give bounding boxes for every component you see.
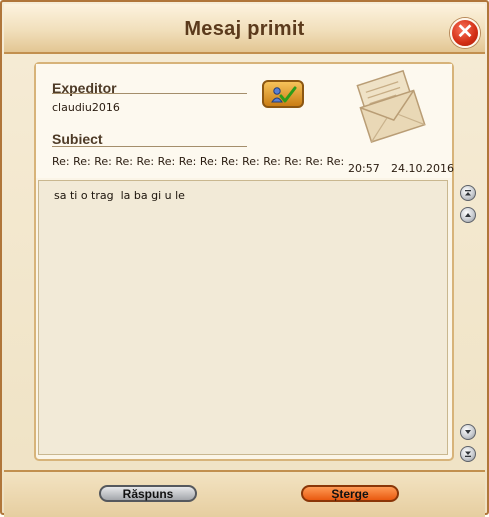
sender-name: claudiu2016 xyxy=(52,101,120,114)
subject-divider xyxy=(52,146,247,147)
scroll-top-icon xyxy=(465,190,471,196)
message-panel: Expeditor claudiu2016 Subiect Re: Re: Re… xyxy=(34,62,454,461)
message-date: 24.10.2016 xyxy=(391,162,454,175)
scroll-up-icon xyxy=(465,213,471,217)
envelope-icon xyxy=(356,69,426,143)
message-time: 20:57 xyxy=(348,162,380,175)
scroll-down-button[interactable] xyxy=(460,424,476,440)
add-contact-button[interactable] xyxy=(262,80,304,108)
scroll-up-button[interactable] xyxy=(460,207,476,223)
subject-label: Subiect xyxy=(52,131,103,147)
message-body: sa ti o trag la ba gi u le xyxy=(38,180,448,455)
close-button[interactable]: ✕ xyxy=(450,18,480,48)
scroll-bottom-button[interactable] xyxy=(460,446,476,462)
message-window: Mesaj primit ✕ Expeditor claudiu2016 Sub… xyxy=(0,0,489,517)
title-bar: Mesaj primit ✕ xyxy=(4,4,485,54)
subject-text: Re: Re: Re: Re: Re: Re: Re: Re: Re: Re: … xyxy=(52,155,345,168)
message-header: Expeditor claudiu2016 Subiect Re: Re: Re… xyxy=(36,64,454,178)
add-contact-icon xyxy=(271,86,297,103)
scroll-down-icon xyxy=(465,430,471,434)
scroll-top-button[interactable] xyxy=(460,185,476,201)
reply-button[interactable]: Răspuns xyxy=(99,485,197,502)
window-title: Mesaj primit xyxy=(184,18,305,40)
close-icon: ✕ xyxy=(456,21,474,43)
footer-bar: Răspuns Șterge xyxy=(4,470,485,517)
message-body-text: sa ti o trag la ba gi u le xyxy=(54,189,185,202)
delete-button[interactable]: Șterge xyxy=(301,485,399,502)
scroll-bottom-icon xyxy=(465,451,471,457)
sender-divider xyxy=(52,93,247,94)
